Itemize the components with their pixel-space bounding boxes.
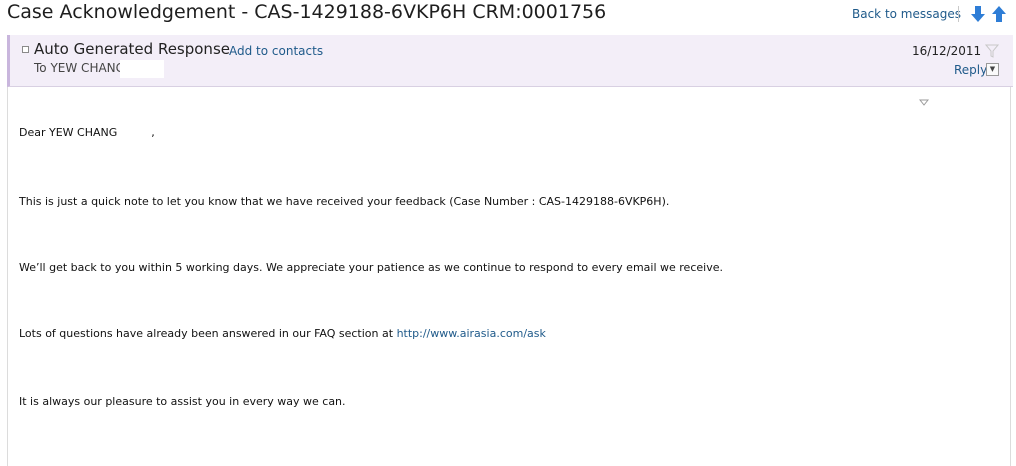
greeting-line: Dear YEW CHANG, — [19, 126, 155, 139]
message-date: 16/12/2011 — [912, 44, 982, 58]
message-body-frame — [7, 87, 1011, 466]
back-to-messages-link[interactable]: Back to messages — [852, 7, 961, 21]
recipient-line: To YEW CHANG — [34, 61, 125, 75]
faq-text: Lots of questions have already been answ… — [19, 327, 397, 340]
reply-dropdown-icon[interactable]: ▼ — [986, 63, 999, 76]
message-header: Auto Generated Response Add to contacts … — [7, 35, 1013, 87]
add-to-contacts-link[interactable]: Add to contacts — [229, 44, 323, 58]
collapse-toggle-icon[interactable] — [22, 46, 29, 53]
body-paragraph-4: It is always our pleasure to assist you … — [19, 395, 346, 408]
recipient-name: YEW CHANG — [50, 61, 125, 75]
reply-button[interactable]: Reply — [954, 63, 987, 77]
greeting-name: Dear YEW CHANG — [19, 126, 118, 139]
greeting-comma: , — [151, 126, 155, 139]
body-paragraph-3: Lots of questions have already been answ… — [19, 327, 546, 340]
redacted-area — [120, 60, 164, 78]
sender-name[interactable]: Auto Generated Response — [34, 40, 230, 58]
toolbar-divider — [958, 6, 959, 22]
arrow-down-icon[interactable] — [971, 6, 985, 22]
message-title: Case Acknowledgement - CAS-1429188-6VKP6… — [7, 1, 607, 23]
flag-icon[interactable] — [984, 43, 1000, 58]
body-paragraph-2: We’ll get back to you within 5 working d… — [19, 261, 723, 274]
to-prefix: To — [34, 61, 47, 75]
body-paragraph-1: This is just a quick note to let you kno… — [19, 195, 670, 208]
arrow-up-icon[interactable] — [992, 6, 1006, 22]
faq-link[interactable]: http://www.airasia.com/ask — [397, 327, 546, 340]
triangle-down-icon — [918, 91, 930, 106]
